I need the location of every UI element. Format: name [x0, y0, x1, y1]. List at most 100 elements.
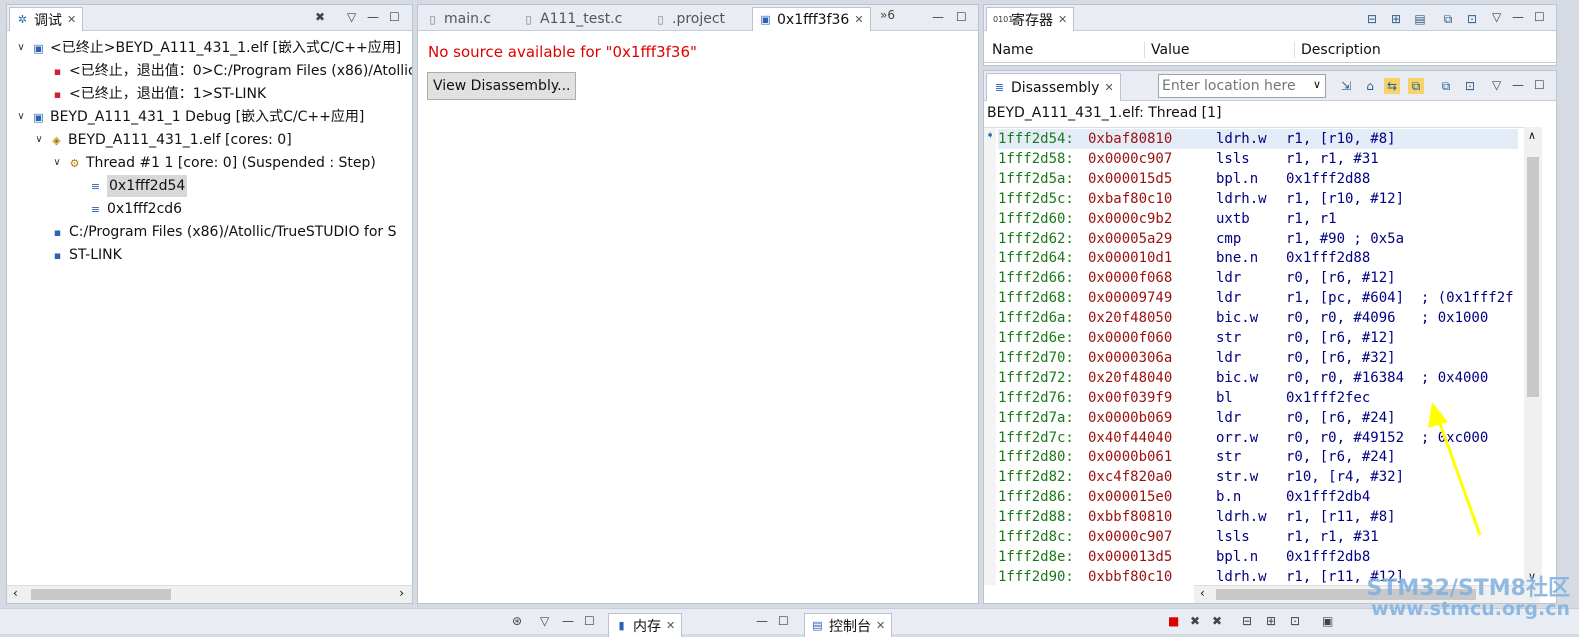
link-with-context-icon[interactable]: ⇆	[1384, 78, 1400, 94]
maximize-icon[interactable]: ☐	[1534, 78, 1545, 92]
layout-icon[interactable]: ⊟	[1364, 11, 1380, 27]
tab-overflow[interactable]: »6	[880, 8, 895, 22]
show-source-icon[interactable]: ⧉	[1408, 78, 1424, 94]
home-icon[interactable]: ⌂	[1362, 78, 1378, 94]
columns-icon[interactable]: ▤	[1412, 11, 1428, 27]
vertical-scrollbar[interactable]: ∧ ∨	[1524, 127, 1542, 585]
minimize-icon[interactable]: —	[562, 614, 574, 628]
column-value[interactable]: Value	[1144, 42, 1189, 58]
disassembly-addr: 1fff2d7a:	[998, 409, 1074, 426]
tree-item-process[interactable]: ▪ C:/Program Files (x86)/Atollic/TrueSTU…	[51, 221, 397, 243]
minimize-icon[interactable]: —	[367, 10, 379, 24]
maximize-icon[interactable]: ☐	[389, 10, 400, 24]
view-menu-icon[interactable]: ▽	[1492, 10, 1501, 24]
minimize-icon[interactable]: —	[932, 10, 944, 24]
disassembly-args: 0x1fff2db8	[1286, 548, 1371, 565]
maximize-icon[interactable]: ☐	[956, 10, 967, 24]
tree-item-frame[interactable]: ≡ 0x1fff2cd6	[89, 198, 182, 220]
tree-item-debug-launch[interactable]: ∨ ▣ BEYD_A111_431_1 Debug [嵌入式C/C++应用]	[15, 106, 364, 128]
view-menu-icon[interactable]: ▽	[540, 614, 549, 628]
tree-item-terminated-launch[interactable]: ∨ ▣ <已终止>BEYD_A111_431_1.elf [嵌入式C/C++应用…	[15, 37, 401, 59]
disassembly-args: r1, r1	[1286, 210, 1337, 227]
clear-console-icon[interactable]: ⊟	[1242, 614, 1252, 628]
tab-registers[interactable]: 0101 寄存器 ✕	[986, 7, 1075, 31]
tab-debug-label: 调试	[34, 12, 62, 29]
pin-icon[interactable]: ⊡	[1464, 11, 1480, 27]
tab-console[interactable]: ▤ 控制台 ✕	[804, 613, 893, 637]
view-disassembly-button[interactable]: View Disassembly...	[427, 72, 577, 100]
tree-item-process[interactable]: ▪ <已终止，退出值：0>C:/Program Files (x86)/Atol…	[51, 60, 412, 82]
close-icon[interactable]: ✕	[1058, 13, 1067, 26]
new-view-icon[interactable]: ⧉	[1438, 78, 1454, 94]
disassembly-op: cmp	[1216, 230, 1242, 247]
scroll-left-icon[interactable]: ‹	[13, 586, 18, 600]
stack-frame-icon: ≡	[90, 202, 101, 216]
tab-memory[interactable]: ▮ 内存 ✕	[608, 613, 683, 637]
tree-item-elf[interactable]: ∨ ◈ BEYD_A111_431_1.elf [cores: 0]	[33, 129, 291, 151]
tree-item-thread[interactable]: ∨ ⚙ Thread #1 1 [core: 0] (Suspended : S…	[51, 152, 376, 174]
location-input[interactable]	[1159, 75, 1303, 97]
collapse-all-icon[interactable]: ✖	[315, 10, 325, 24]
debug-icon: ✲	[17, 13, 28, 26]
minimize-icon[interactable]: —	[1512, 10, 1524, 24]
tree-item-frame[interactable]: ≡ 0x1fff2d54	[89, 175, 188, 197]
scroll-up-icon[interactable]: ∧	[1528, 129, 1536, 142]
disassembly-op: ldr	[1216, 270, 1242, 287]
disassembly-op: str.w	[1216, 469, 1259, 486]
new-view-icon[interactable]: ⧉	[1440, 11, 1456, 27]
tab-disassembly[interactable]: ≣ Disassembly ✕	[986, 73, 1121, 101]
minimize-icon[interactable]: —	[1512, 78, 1524, 92]
pin-icon[interactable]: ⊡	[1290, 614, 1300, 628]
tab-a111-test-c[interactable]: ▯ A111_test.c	[516, 7, 628, 31]
tab-debug[interactable]: ✲ 调试 ✕	[9, 7, 84, 31]
scroll-thumb[interactable]	[1527, 157, 1539, 397]
view-menu-icon[interactable]: ▽	[347, 10, 356, 24]
scroll-left-icon[interactable]: ‹	[1200, 586, 1205, 600]
stack-frame-icon: ≡	[90, 179, 101, 193]
disassembly-hex: 0x000015e0	[1088, 489, 1173, 506]
view-menu-icon[interactable]: ⊛	[512, 614, 522, 628]
disassembly-addr: 1fff2d7c:	[998, 429, 1074, 446]
registers-icon: 0101	[993, 15, 1014, 24]
tree-item-label: C:/Program Files (x86)/Atollic/TrueSTUDI…	[69, 224, 397, 240]
chevron-down-icon[interactable]: ∨	[15, 37, 27, 59]
tree-item-process[interactable]: ▪ <已终止，退出值：1>ST-LINK	[51, 83, 266, 105]
horizontal-scrollbar[interactable]: ‹ ›	[7, 585, 412, 603]
close-icon[interactable]: ✕	[876, 619, 885, 632]
view-menu-icon[interactable]: ▽	[1492, 78, 1501, 92]
close-icon[interactable]: ✕	[1104, 81, 1113, 94]
tab-main-c[interactable]: ▯ main.c	[420, 7, 497, 31]
remove-launch-icon[interactable]: ✖	[1190, 614, 1200, 628]
tree-item-process[interactable]: ▪ ST-LINK	[51, 244, 122, 266]
remove-all-icon[interactable]: ✖	[1212, 614, 1222, 628]
disassembly-row[interactable]: 1fff2d54: 0xbaf80810 ldrh.w r1, [r10, #8]	[998, 129, 1518, 149]
location-combo[interactable]: ∨	[1158, 74, 1326, 98]
disassembly-args: r0, [r6, #24]	[1286, 449, 1396, 466]
close-icon[interactable]: ✕	[666, 619, 675, 632]
editor-tabbar: ▯ main.c ▯ A111_test.c ▯ .project ▣ 0x1f…	[418, 5, 978, 31]
close-icon[interactable]: ✕	[67, 13, 76, 26]
column-name[interactable]: Name	[992, 42, 1033, 58]
pin-icon[interactable]: ⊡	[1462, 78, 1478, 94]
current-pc-marker-icon: ➧	[986, 130, 995, 141]
chevron-down-icon[interactable]: ∨	[15, 106, 27, 128]
chevron-down-icon[interactable]: ∨	[1313, 78, 1321, 91]
scroll-lock-icon[interactable]: ⊞	[1266, 614, 1276, 628]
disassembly-op: b.n	[1216, 489, 1242, 506]
number-format-icon[interactable]: ⊞	[1388, 11, 1404, 27]
chevron-down-icon[interactable]: ∨	[33, 129, 45, 151]
maximize-icon[interactable]: ☐	[584, 614, 595, 628]
maximize-icon[interactable]: ☐	[1534, 10, 1545, 24]
minimize-icon[interactable]: —	[756, 614, 768, 628]
close-icon[interactable]: ✕	[854, 13, 863, 26]
scroll-thumb[interactable]	[31, 589, 171, 600]
goto-pc-icon[interactable]: ⇲	[1338, 78, 1354, 94]
tab-address[interactable]: ▣ 0x1fff3f36 ✕	[752, 7, 871, 31]
scroll-right-icon[interactable]: ›	[399, 586, 404, 600]
chevron-down-icon[interactable]: ∨	[51, 152, 63, 174]
tab-project[interactable]: ▯ .project	[648, 7, 731, 31]
column-description[interactable]: Description	[1294, 42, 1381, 58]
maximize-icon[interactable]: ☐	[778, 614, 789, 628]
terminate-icon[interactable]: ■	[1168, 614, 1179, 628]
c-file-icon: ▯	[429, 12, 436, 26]
